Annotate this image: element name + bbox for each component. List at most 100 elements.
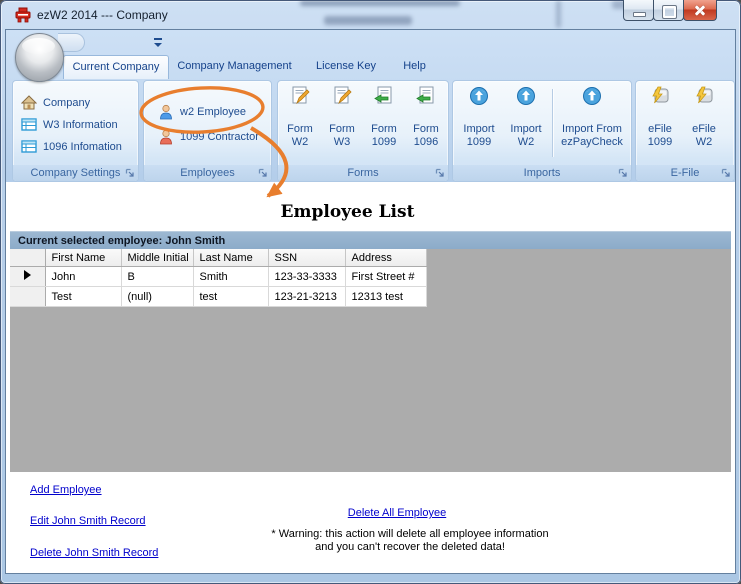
app-window: ezW2 2014 --- Company Current Company Co… (0, 0, 741, 584)
person-red-icon (158, 129, 174, 145)
employee-table: First Name Middle Initial Last Name SSN … (10, 249, 427, 307)
group-efile: eFile 1099 eFile W2 E-File (635, 80, 735, 182)
efile-1099-label: eFile (639, 123, 681, 136)
table-header-row: First Name Middle Initial Last Name SSN … (10, 249, 426, 267)
quick-access-dropdown-icon[interactable] (152, 37, 164, 49)
1096-information-button[interactable]: 1096 Infomation (21, 137, 122, 157)
glass-smudge (556, 0, 561, 28)
efile-1099-button[interactable]: eFile 1099 (639, 84, 681, 162)
minimize-icon (633, 12, 646, 17)
document-green-arrow-icon (374, 86, 394, 106)
close-button[interactable] (683, 0, 717, 21)
delete-warning-text: * Warning: this action will delete all e… (250, 528, 570, 554)
document-green-arrow-icon (416, 86, 436, 106)
ribbon: Current Company Company Management Licen… (6, 30, 735, 183)
group-caption-company-settings: Company Settings (13, 165, 138, 181)
group-separator (552, 89, 553, 157)
form-1096-label: Form (405, 123, 447, 136)
table-row[interactable]: Test (null) test 123-21-3213 12313 test (10, 287, 426, 307)
company-button[interactable]: Company (21, 93, 90, 113)
cell-first-name[interactable]: Test (45, 287, 121, 307)
form-1096-button[interactable]: Form 1096 (405, 84, 447, 162)
efile-lightning-icon (694, 86, 714, 106)
form-1099-button[interactable]: Form 1099 (363, 84, 405, 162)
cell-last-name[interactable]: test (193, 287, 268, 307)
1099-contractor-button[interactable]: 1099 Contractor (158, 127, 259, 147)
col-middle-initial[interactable]: Middle Initial (121, 249, 193, 267)
cell-middle-initial[interactable]: (null) (121, 287, 193, 307)
dialog-launcher-icon[interactable] (258, 168, 268, 178)
row-selector-header[interactable] (10, 249, 45, 267)
cell-middle-initial[interactable]: B (121, 267, 193, 287)
add-employee-link[interactable]: Add Employee (30, 484, 102, 496)
import-1099-button[interactable]: Import 1099 (458, 84, 500, 162)
maximize-button[interactable] (653, 0, 684, 21)
person-blue-icon (158, 104, 174, 120)
tab-company-management[interactable]: Company Management (171, 55, 298, 78)
page-title: Employee List (0, 202, 699, 222)
document-pencil-icon (332, 86, 352, 106)
client-area: Current Company Company Management Licen… (5, 29, 736, 574)
form-w2-label: Form (279, 123, 321, 136)
glass-smudge (300, 0, 460, 6)
import-up-arrow-icon (582, 86, 602, 106)
cell-last-name[interactable]: Smith (193, 267, 268, 287)
dialog-launcher-icon[interactable] (721, 168, 731, 178)
dialog-launcher-icon[interactable] (435, 168, 445, 178)
list-icon (21, 117, 37, 133)
house-icon (21, 95, 37, 111)
1096-information-label: 1096 Infomation (43, 141, 122, 153)
tab-license-key[interactable]: License Key (309, 55, 383, 78)
col-first-name[interactable]: First Name (45, 249, 121, 267)
window-title: ezW2 2014 --- Company (37, 8, 168, 22)
application-orb-button[interactable] (15, 33, 64, 82)
app-icon (15, 7, 32, 24)
table-row[interactable]: John B Smith 123-33-3333 First Street # (10, 267, 426, 287)
glass-smudge (324, 16, 412, 25)
form-w3-button[interactable]: Form W3 (321, 84, 363, 162)
delete-employee-link[interactable]: Delete John Smith Record (30, 547, 158, 559)
cell-ssn[interactable]: 123-33-3333 (268, 267, 345, 287)
w2-employee-button[interactable]: w2 Employee (158, 102, 246, 122)
group-company-settings: Company W3 Information (12, 80, 139, 182)
selected-employee-bar: Current selected employee: John Smith (10, 231, 731, 249)
list-icon (21, 139, 37, 155)
group-employees: w2 Employee 1099 Contractor Employees (143, 80, 272, 182)
col-last-name[interactable]: Last Name (193, 249, 268, 267)
edit-employee-link[interactable]: Edit John Smith Record (30, 515, 146, 527)
cell-ssn[interactable]: 123-21-3213 (268, 287, 345, 307)
group-caption-forms: Forms (278, 165, 448, 181)
warning-line-2: and you can't recover the deleted data! (250, 541, 570, 554)
dialog-launcher-icon[interactable] (125, 168, 135, 178)
efile-lightning-icon (650, 86, 670, 106)
cell-first-name[interactable]: John (45, 267, 121, 287)
row-selector-cell[interactable] (10, 287, 45, 307)
minimize-button[interactable] (623, 0, 654, 21)
col-address[interactable]: Address (345, 249, 426, 267)
import-1099-label: Import (458, 123, 500, 136)
form-1099-label: Form (363, 123, 405, 136)
form-w2-button[interactable]: Form W2 (279, 84, 321, 162)
title-bar[interactable]: ezW2 2014 --- Company (0, 0, 741, 30)
delete-all-employee-link[interactable]: Delete All Employee (277, 507, 517, 519)
import-up-arrow-icon (516, 86, 536, 106)
ribbon-group-row: Company W3 Information (6, 79, 735, 182)
import-from-ezpaycheck-label: Import From (557, 123, 627, 136)
import-from-ezpaycheck-button[interactable]: Import From ezPayCheck (557, 84, 627, 162)
group-imports: Import 1099 Import W2 (452, 80, 632, 182)
cell-address[interactable]: First Street # (345, 267, 426, 287)
group-caption-employees: Employees (144, 165, 271, 181)
import-w2-button[interactable]: Import W2 (505, 84, 547, 162)
1099-contractor-label: 1099 Contractor (180, 131, 259, 143)
cell-address[interactable]: 12313 test (345, 287, 426, 307)
document-pencil-icon (290, 86, 310, 106)
warning-line-1: * Warning: this action will delete all e… (250, 528, 570, 541)
col-ssn[interactable]: SSN (268, 249, 345, 267)
tab-help[interactable]: Help (393, 55, 436, 78)
efile-w2-button[interactable]: eFile W2 (683, 84, 725, 162)
dialog-launcher-icon[interactable] (618, 168, 628, 178)
row-selector-cell[interactable] (10, 267, 45, 287)
w3-information-button[interactable]: W3 Information (21, 115, 118, 135)
tab-current-company[interactable]: Current Company (63, 55, 169, 79)
w3-information-label: W3 Information (43, 119, 118, 131)
